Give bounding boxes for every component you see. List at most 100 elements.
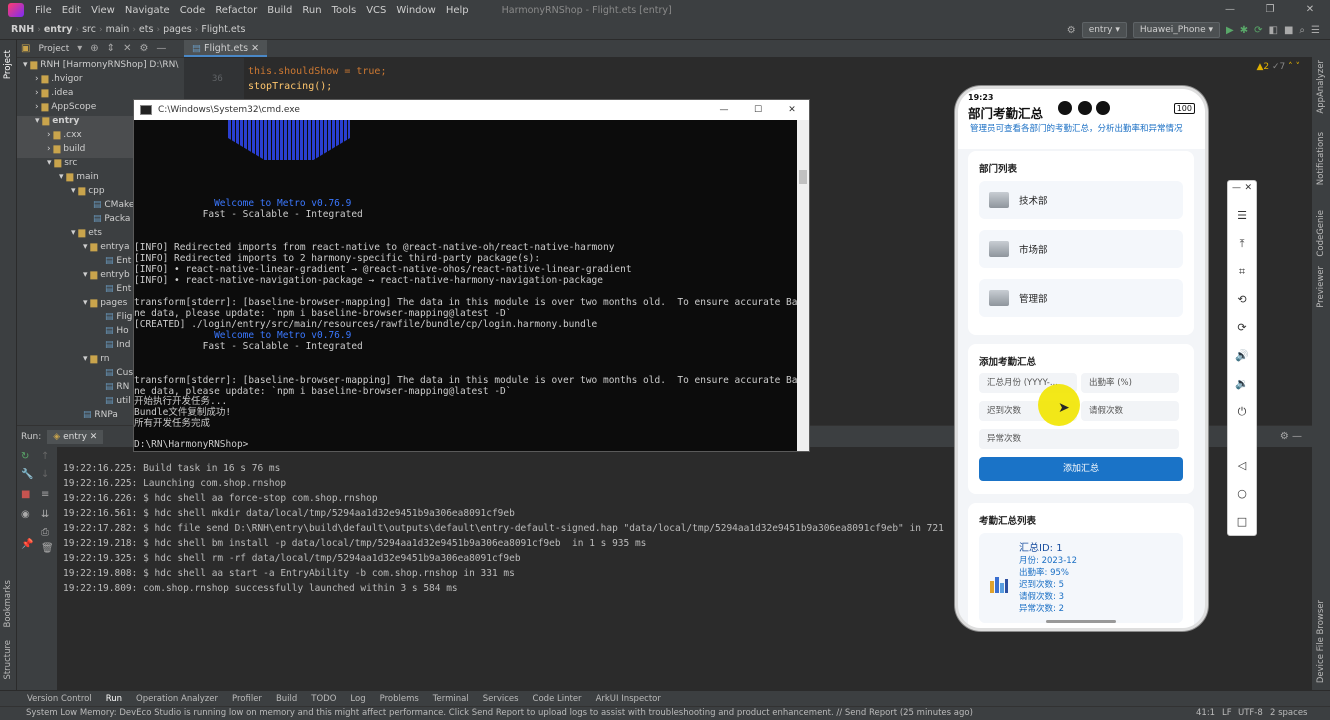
rerun-icon[interactable]: ↻ (21, 451, 29, 462)
menu-tools[interactable]: Tools (327, 5, 362, 16)
up-icon[interactable]: ↑ (41, 451, 49, 462)
file-encoding[interactable]: UTF-8 (1238, 708, 1263, 718)
cmd-close-icon[interactable]: ✕ (775, 100, 809, 120)
stop-icon[interactable]: ■ (1284, 25, 1293, 36)
down-icon[interactable]: ↓ (41, 469, 49, 480)
breadcrumb-src[interactable]: src (79, 24, 99, 35)
appanalyzer-tool-label[interactable]: AppAnalyzer (1316, 60, 1326, 114)
module-select[interactable]: entry ▾ (1081, 22, 1127, 38)
attach-icon[interactable]: ◧ (1269, 25, 1278, 36)
menu-run[interactable]: Run (297, 5, 326, 16)
minimize-icon[interactable]: — (1210, 0, 1250, 20)
cmd-minimize-icon[interactable]: — (707, 100, 741, 120)
debug-icon[interactable]: ✱ (1240, 25, 1248, 36)
tab-arkui-inspector[interactable]: ArkUI Inspector (589, 694, 668, 704)
tab-profiler[interactable]: Profiler (225, 694, 269, 704)
tab-log[interactable]: Log (343, 694, 372, 704)
emu-power-icon[interactable]: ⏻ (1228, 405, 1256, 419)
menu-vcs[interactable]: VCS (361, 5, 391, 16)
menu-file[interactable]: File (30, 5, 57, 16)
chevron-down-icon[interactable]: ▾ (77, 43, 82, 54)
caret-position[interactable]: 41:1 (1196, 708, 1215, 718)
tree-item-root[interactable]: ▾ ▆ RNH [HarmonyRNShop] D:\RN\ (17, 60, 184, 74)
code-line[interactable]: stopTracing(); (248, 81, 332, 92)
settings-icon[interactable]: ⚙ (139, 43, 148, 54)
close-panel-icon[interactable]: ✕ (123, 43, 131, 54)
emu-volume-down-icon[interactable]: 🔉 (1228, 377, 1256, 390)
menu-code[interactable]: Code (175, 5, 211, 16)
summary-record[interactable]: 汇总ID: 1 月份: 2023-12 出勤率: 95% 迟到次数: 5 请假次… (979, 533, 1183, 623)
status-message[interactable]: System Low Memory: DevEco Studio is runn… (26, 708, 973, 718)
abnormal-input[interactable]: 异常次数 (979, 429, 1179, 449)
notifications-tool-label[interactable]: Notifications (1316, 132, 1326, 185)
home-indicator[interactable] (1046, 620, 1116, 623)
inspection-widget[interactable]: ▲2 ✓7 ˄ ˅ (1256, 62, 1300, 72)
trash-icon[interactable]: 🗑 (41, 543, 54, 554)
emu-close-icon[interactable]: ✕ (1228, 183, 1256, 193)
structure-tool-label[interactable]: Structure (3, 640, 13, 680)
add-summary-button[interactable]: 添加汇总 (979, 457, 1183, 481)
tab-todo[interactable]: TODO (304, 694, 343, 704)
codegenie-tool-label[interactable]: CodeGenie (1316, 210, 1326, 257)
run-icon[interactable]: ▶ (1226, 25, 1234, 36)
tab-terminal[interactable]: Terminal (426, 694, 476, 704)
department-item[interactable]: 管理部 (979, 279, 1183, 317)
menu-help[interactable]: Help (441, 5, 474, 16)
cmd-maximize-icon[interactable]: ☐ (741, 100, 775, 120)
breadcrumb-ets[interactable]: ets (136, 24, 157, 35)
emu-crop-icon[interactable]: ⌗ (1228, 265, 1256, 279)
emu-menu-icon[interactable]: ☰ (1228, 209, 1256, 222)
run-output[interactable]: 19:22:16.225: Build task in 16 s 76 ms 1… (57, 447, 961, 690)
restore-icon[interactable]: ❐ (1250, 0, 1290, 20)
notifications-icon[interactable]: ☰ (1311, 25, 1320, 36)
gear-icon[interactable]: ⚙ (1067, 25, 1076, 36)
close-icon[interactable]: ✕ (1290, 0, 1330, 20)
menu-window[interactable]: Window (391, 5, 440, 16)
emu-volume-up-icon[interactable]: 🔊 (1228, 349, 1256, 362)
soft-wrap-icon[interactable]: ≡ (41, 489, 49, 500)
breadcrumb-pages[interactable]: pages (160, 24, 195, 35)
stop-run-icon[interactable]: ■ (21, 489, 30, 500)
emu-home-icon[interactable]: ○ (1228, 487, 1256, 500)
tree-item[interactable]: › ▆ .hvigor (17, 74, 184, 88)
wrench-icon[interactable]: 🔧 (21, 469, 33, 480)
tab-problems[interactable]: Problems (373, 694, 426, 704)
search-icon[interactable]: ⌕ (1299, 25, 1305, 36)
menu-navigate[interactable]: Navigate (120, 5, 175, 16)
previewer-tool-label[interactable]: Previewer (1316, 266, 1326, 308)
cmd-scroll-thumb[interactable] (799, 170, 807, 184)
project-view-select[interactable]: Project (38, 44, 69, 54)
emu-recents-icon[interactable]: □ (1228, 515, 1256, 528)
run-settings-icon[interactable]: ⚙ — (1280, 431, 1302, 442)
emu-upload-icon[interactable]: ⤒ (1228, 237, 1256, 251)
collapse-all-icon[interactable]: ⇕ (107, 43, 115, 54)
tab-run[interactable]: Run (99, 694, 129, 704)
tab-services[interactable]: Services (476, 694, 526, 704)
leave-input[interactable]: 请假次数 (1081, 401, 1179, 421)
department-item[interactable]: 技术部 (979, 181, 1183, 219)
cmd-scrollbar[interactable] (797, 120, 809, 451)
menu-edit[interactable]: Edit (57, 5, 86, 16)
emu-back-icon[interactable]: ◁ (1228, 459, 1256, 472)
locate-icon[interactable]: ⊕ (90, 43, 98, 54)
tab-flight-ets[interactable]: ▤ Flight.ets ✕ (184, 40, 268, 57)
code-line[interactable]: this.shouldShow = true; (248, 66, 386, 77)
camera-icon[interactable]: ◉ (21, 509, 30, 520)
tab-build[interactable]: Build (269, 694, 304, 704)
breadcrumb-entry[interactable]: entry (41, 24, 76, 35)
print-icon[interactable]: ⎙ (41, 527, 49, 538)
menu-refactor[interactable]: Refactor (210, 5, 262, 16)
indent-setting[interactable]: 2 spaces (1270, 708, 1307, 718)
cmd-output[interactable]: Welcome to Metro v0.76.9 Fast - Scalable… (134, 120, 798, 451)
device-file-browser-label[interactable]: Device File Browser (1316, 600, 1326, 683)
scroll-end-icon[interactable]: ⇊ (41, 509, 49, 520)
emu-rotate-right-icon[interactable]: ⟳ (1228, 321, 1256, 334)
line-separator[interactable]: LF (1222, 708, 1232, 718)
project-tool-label[interactable]: Project (3, 50, 13, 79)
breadcrumb-project[interactable]: RNH (8, 24, 37, 35)
pin-icon[interactable]: 📌 (21, 539, 33, 550)
menu-build[interactable]: Build (262, 5, 297, 16)
emu-rotate-icon[interactable]: ⟲ (1228, 293, 1256, 306)
bookmarks-tool-label[interactable]: Bookmarks (3, 580, 13, 628)
profile-icon[interactable]: ⟳ (1254, 25, 1262, 36)
